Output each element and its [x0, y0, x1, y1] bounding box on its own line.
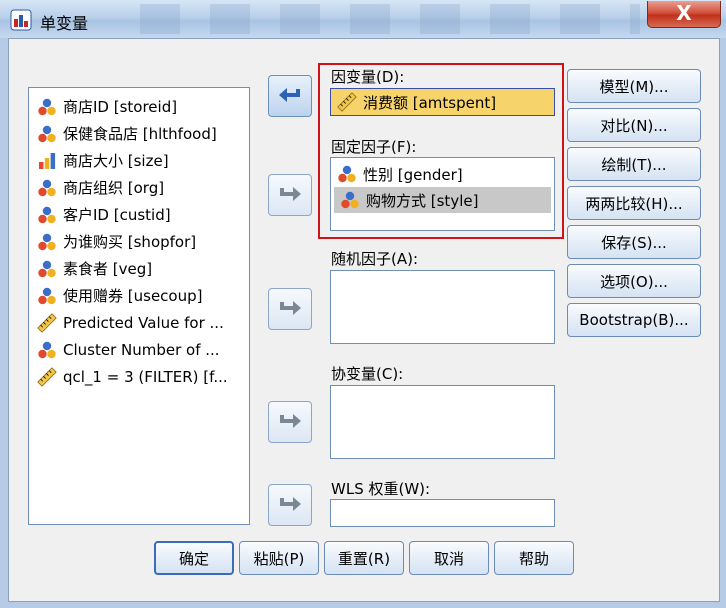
variable-item[interactable]: 素食者 [veg]	[29, 255, 249, 282]
variable-label: 素食者 [veg]	[63, 260, 153, 278]
title-bar: 单变量 X	[0, 0, 726, 38]
variable-label: 使用赠券 [usecoup]	[63, 287, 203, 305]
window-title: 单变量	[40, 14, 89, 33]
nominal-icon	[38, 125, 56, 142]
nominal-icon	[38, 260, 56, 277]
post-hoc-button[interactable]: 两两比较(H)...	[567, 186, 701, 220]
variable-label: Predicted Value for ...	[63, 313, 224, 332]
variable-item[interactable]: 保健食品店 [hlthfood]	[29, 120, 249, 147]
random-factors-label: 随机因子(A):	[331, 250, 419, 268]
cancel-button[interactable]: 取消	[409, 541, 489, 575]
options-button[interactable]: 选项(O)...	[567, 264, 701, 298]
random-factors-list[interactable]	[330, 270, 555, 344]
bootstrap-button[interactable]: Bootstrap(B)...	[567, 303, 701, 337]
variable-item[interactable]: 为谁购买 [shopfor]	[29, 228, 249, 255]
arrow-left-icon	[279, 88, 300, 102]
variable-item[interactable]: 使用赠券 [usecoup]	[29, 282, 249, 309]
ordinal-icon	[39, 152, 56, 169]
variable-item[interactable]: Predicted Value for ...	[29, 309, 249, 336]
spss-app-icon	[10, 9, 32, 31]
arrow-right-icon	[280, 187, 301, 201]
variable-label: 商店组织 [org]	[63, 179, 165, 197]
arrow-right-icon	[280, 497, 301, 511]
variable-label: 商店大小 [size]	[63, 152, 169, 170]
variable-item[interactable]: 商店ID [storeid]	[29, 93, 249, 120]
nominal-icon	[38, 98, 56, 115]
covariates-list[interactable]	[330, 385, 555, 459]
help-button[interactable]: 帮助	[494, 541, 574, 575]
move-wls-weight-button[interactable]	[268, 484, 312, 526]
move-covariate-button[interactable]	[268, 401, 312, 443]
variable-item[interactable]: 商店组织 [org]	[29, 174, 249, 201]
variable-label: 保健食品店 [hlthfood]	[63, 125, 217, 143]
plots-button[interactable]: 绘制(T)...	[567, 147, 701, 181]
variable-item[interactable]: Cluster Number of ...	[29, 336, 249, 363]
variable-label: 商店ID [storeid]	[63, 98, 178, 116]
nominal-icon	[38, 287, 56, 304]
wls-weight-label: WLS 权重(W):	[331, 480, 431, 498]
move-random-factor-button[interactable]	[268, 288, 312, 330]
wls-weight-field[interactable]	[330, 499, 555, 527]
save-button[interactable]: 保存(S)...	[567, 225, 701, 259]
nominal-icon	[38, 233, 56, 250]
nominal-icon	[38, 206, 56, 223]
variable-item[interactable]: 商店大小 [size]	[29, 147, 249, 174]
window-frame-left	[0, 38, 8, 608]
variable-label: qcl_1 = 3 (FILTER) [f...	[63, 367, 228, 386]
model-button[interactable]: 模型(M)...	[567, 69, 701, 103]
close-button[interactable]: X	[647, 1, 721, 28]
scale-icon	[37, 312, 57, 333]
nominal-icon	[38, 341, 56, 358]
variable-item[interactable]: 客户ID [custid]	[29, 201, 249, 228]
reset-button[interactable]: 重置(R)	[324, 541, 404, 575]
variable-label: Cluster Number of ...	[63, 340, 220, 359]
ok-button[interactable]: 确定	[154, 541, 234, 575]
variable-label: 为谁购买 [shopfor]	[63, 233, 197, 251]
variable-item[interactable]: qcl_1 = 3 (FILTER) [f...	[29, 363, 249, 390]
contrasts-button[interactable]: 对比(N)...	[567, 108, 701, 142]
move-dependent-button[interactable]	[268, 75, 312, 117]
nominal-icon	[38, 179, 56, 196]
scale-icon	[37, 366, 57, 387]
highlight-annotation-frame	[318, 63, 564, 239]
arrow-right-icon	[280, 414, 301, 428]
variable-label: 客户ID [custid]	[63, 206, 171, 224]
paste-button[interactable]: 粘贴(P)	[239, 541, 319, 575]
move-fixed-factor-button[interactable]	[268, 174, 312, 216]
covariates-label: 协变量(C):	[331, 365, 404, 383]
variable-list[interactable]: 商店ID [storeid] 保健食品店 [hlthfood] 商店大小 [si…	[28, 87, 250, 525]
title-bar-background	[140, 4, 640, 34]
arrow-right-icon	[280, 301, 301, 315]
